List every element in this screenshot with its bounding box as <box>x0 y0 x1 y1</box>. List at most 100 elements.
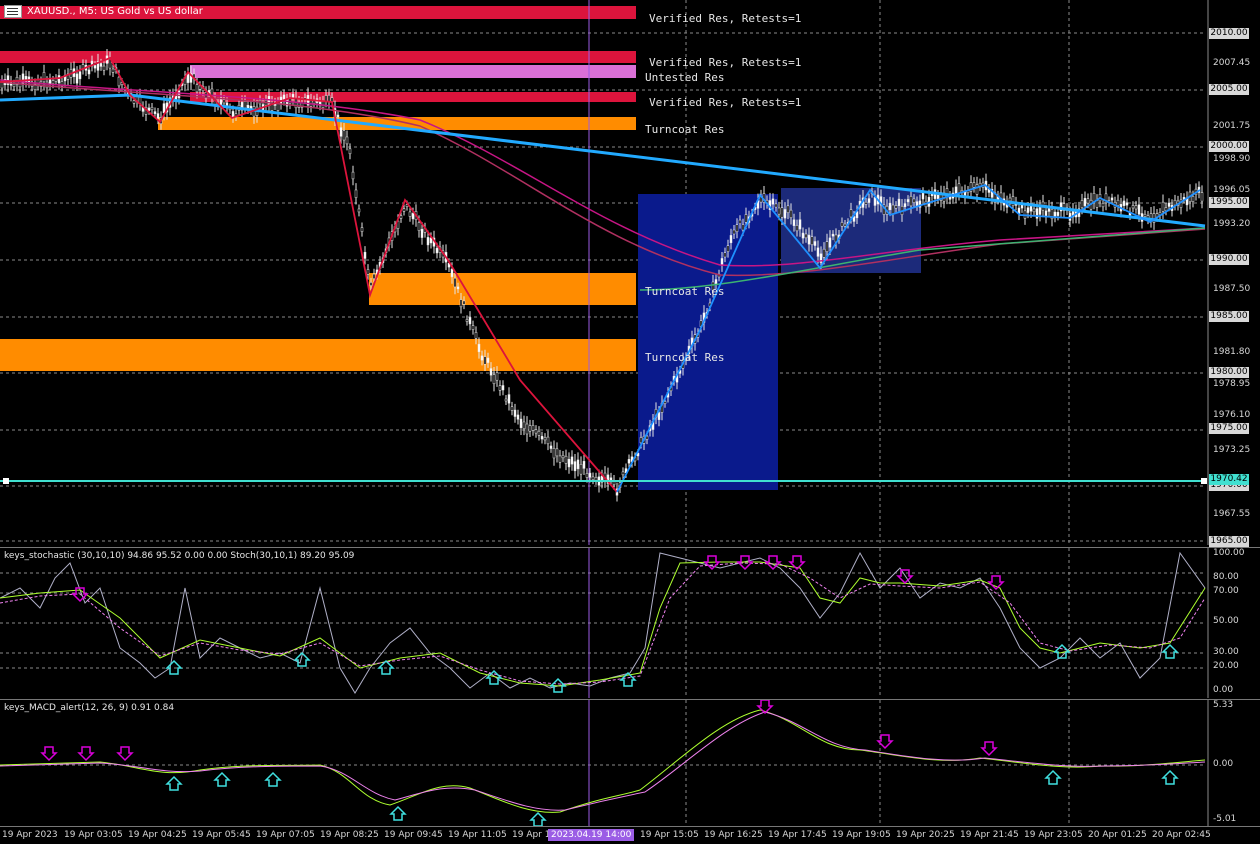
price-chart-pane[interactable]: XAUUSD., M5: US Gold vs US dollar Verifi… <box>0 0 1260 547</box>
zone-untested-res[interactable] <box>190 65 636 78</box>
candle-body <box>132 100 136 104</box>
zone-label: Turncoat Res <box>645 285 725 298</box>
zone-turncoat-res-2[interactable] <box>369 273 636 305</box>
candle-body <box>783 209 787 219</box>
time-label: 19 Apr 1 <box>512 830 551 840</box>
candle-body <box>1026 207 1030 213</box>
macd-signal-line <box>0 711 1206 811</box>
candle-body <box>102 65 106 71</box>
stoch-level-label: 70.00 <box>1213 586 1239 596</box>
candle-body <box>51 80 55 84</box>
macd-canvas[interactable] <box>0 700 1260 826</box>
candle-body <box>723 252 727 258</box>
price-tag: 1965.00 <box>1209 536 1249 547</box>
time-label: 19 Apr 09:45 <box>384 830 443 840</box>
time-label: 19 Apr 16:25 <box>704 830 763 840</box>
time-label: 20 Apr 02:45 <box>1152 830 1211 840</box>
price-label: 1998.90 <box>1213 154 1251 164</box>
candle-body <box>888 202 892 211</box>
candle-body <box>45 81 49 89</box>
candle-body <box>408 211 412 217</box>
candle-body <box>276 103 280 111</box>
candle-body <box>117 76 121 87</box>
time-label: 19 Apr 07:05 <box>256 830 315 840</box>
candle-body <box>774 203 778 208</box>
candle-body <box>975 184 979 195</box>
stochastic-pane[interactable]: keys_stochastic (30,10,10) 94.86 95.52 0… <box>0 547 1260 698</box>
level-handle-right[interactable] <box>1201 478 1207 484</box>
candle-body <box>42 72 46 83</box>
buy-arrow-icon <box>1161 769 1179 785</box>
candle-body <box>798 219 802 230</box>
zone-label: Turncoat Res <box>645 123 725 136</box>
buy-arrow-icon <box>264 771 282 787</box>
candle-body <box>492 374 496 385</box>
candle-body <box>567 458 571 468</box>
macd-level-label: 5.33 <box>1213 700 1234 710</box>
candle-body <box>243 101 247 108</box>
candle-body <box>342 130 346 141</box>
zone-label: Untested Res <box>645 71 725 84</box>
time-label: 19 Apr 17:45 <box>768 830 827 840</box>
buy-arrow-icon <box>529 811 547 826</box>
candle-body <box>348 148 352 155</box>
candle-body <box>1083 198 1087 207</box>
candle-body <box>336 114 340 118</box>
candle-body <box>459 299 463 308</box>
macd-pane[interactable]: keys_MACD_alert(12, 26, 9) 0.91 0.84 5.3… <box>0 699 1260 826</box>
candle-body <box>804 233 808 239</box>
candle-body <box>891 204 895 215</box>
time-label: 19 Apr 20:25 <box>896 830 955 840</box>
candle-body <box>1164 207 1168 211</box>
candle-body <box>732 229 736 235</box>
candle-body <box>507 394 511 404</box>
buy-arrow-icon <box>165 775 183 791</box>
candle-body <box>75 73 79 84</box>
candle-body <box>546 436 550 445</box>
candle-body <box>828 237 832 248</box>
sell-arrow-icon <box>980 741 998 757</box>
candle-body <box>480 355 484 361</box>
candle-body <box>1080 200 1084 208</box>
zone-turncoat-res-3[interactable] <box>0 339 636 371</box>
candle-body <box>156 113 160 119</box>
candle-body <box>540 435 544 440</box>
candle-body <box>1038 206 1042 215</box>
candle-body <box>489 368 493 376</box>
candle-body <box>864 201 868 205</box>
candle-body <box>921 192 925 200</box>
candle-body <box>363 251 367 259</box>
price-label: 1996.05 <box>1213 185 1251 195</box>
candle-body <box>912 198 916 203</box>
candle-body <box>78 71 82 80</box>
candle-body <box>534 429 538 434</box>
candle-body <box>87 69 91 75</box>
time-axis: 19 Apr 2023 19 Apr 03:05 19 Apr 04:25 19… <box>0 826 1260 844</box>
candle-body <box>936 194 940 200</box>
price-label: 2007.45 <box>1213 58 1251 68</box>
candle-body <box>354 189 358 198</box>
candle-body <box>147 107 151 111</box>
candle-body <box>714 279 718 285</box>
level-handle-left[interactable] <box>3 478 9 484</box>
candle-body <box>531 425 535 431</box>
stochastic-signal-arrows <box>71 555 1179 693</box>
candle-body <box>801 232 805 239</box>
candle-body <box>792 219 796 226</box>
candle-body <box>957 183 961 194</box>
candle-body <box>1173 199 1177 206</box>
price-chart-canvas[interactable] <box>0 0 1260 545</box>
candle-body <box>486 357 490 363</box>
stochastic-canvas[interactable] <box>0 548 1260 698</box>
candle-body <box>93 65 97 69</box>
candle-body <box>1122 200 1126 206</box>
candle-body <box>972 182 976 188</box>
sell-arrow-icon <box>77 746 95 762</box>
candle-body <box>1143 214 1147 217</box>
candle-body <box>582 461 586 469</box>
price-tag: 2010.00 <box>1209 28 1249 39</box>
grid-lines <box>0 0 1205 545</box>
time-label: 19 Apr 11:05 <box>448 830 507 840</box>
candle-body <box>1161 201 1165 212</box>
chart-table-icon[interactable] <box>4 4 22 18</box>
